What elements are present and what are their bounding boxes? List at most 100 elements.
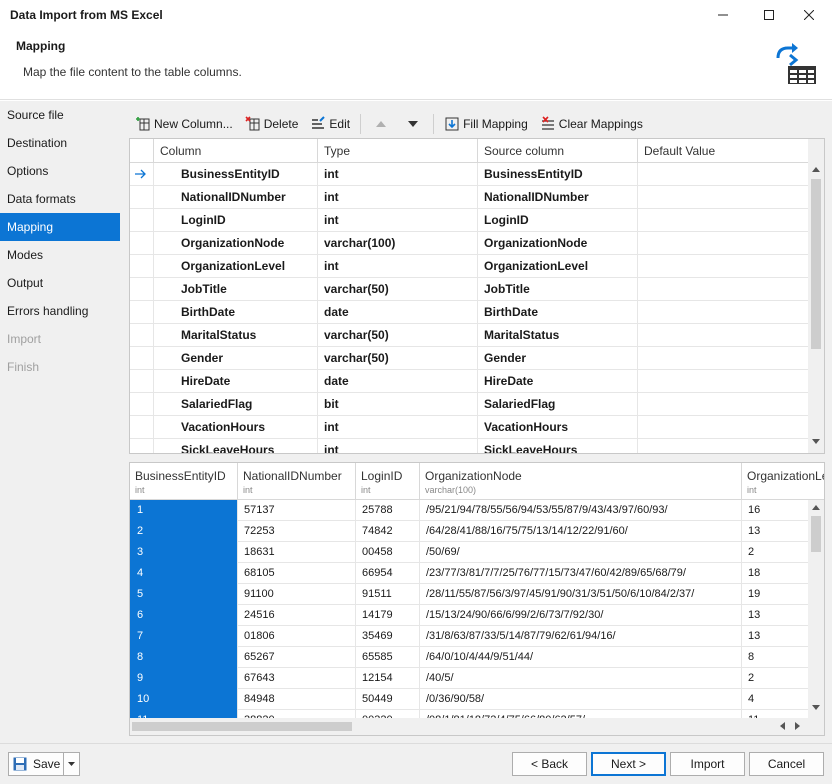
column-header-type[interactable]: Type — [318, 139, 478, 163]
column-header-column[interactable]: Column — [154, 139, 318, 163]
mapping-cell-source[interactable]: OrganizationLevel — [478, 255, 638, 278]
mapping-cell-type[interactable]: int — [318, 439, 478, 453]
sidebar-item-destination[interactable]: Destination — [0, 129, 120, 157]
preview-cell[interactable]: /95/21/94/78/55/56/94/53/55/87/9/43/43/9… — [420, 500, 742, 521]
mapping-cell-column[interactable]: VacationHours — [154, 416, 318, 439]
close-button[interactable] — [786, 0, 832, 30]
preview-cell[interactable]: 74842 — [356, 521, 420, 542]
mapping-cell-type[interactable]: bit — [318, 393, 478, 416]
mapping-cell-default[interactable] — [638, 163, 810, 186]
mapping-cell-column[interactable]: OrganizationLevel — [154, 255, 318, 278]
preview-cell[interactable]: /23/77/3/81/7/7/25/76/77/15/73/47/60/42/… — [420, 563, 742, 584]
mapping-row[interactable]: JobTitle varchar(50) JobTitle — [130, 278, 810, 301]
mapping-row[interactable]: NationalIDNumber int NationalIDNumber — [130, 186, 810, 209]
mapping-cell-type[interactable]: varchar(50) — [318, 324, 478, 347]
mapping-cell-default[interactable] — [638, 186, 810, 209]
preview-header-0[interactable]: BusinessEntityID int — [130, 463, 238, 500]
preview-cell[interactable]: 14179 — [356, 605, 420, 626]
mapping-cell-type[interactable]: int — [318, 163, 478, 186]
preview-cell[interactable]: 18631 — [238, 542, 356, 563]
mapping-row[interactable]: SickLeaveHours int SickLeaveHours — [130, 439, 810, 453]
sidebar-item-output[interactable]: Output — [0, 269, 120, 297]
preview-cell[interactable]: /31/8/63/87/33/5/14/87/79/62/61/94/16/ — [420, 626, 742, 647]
mapping-row[interactable]: VacationHours int VacationHours — [130, 416, 810, 439]
mapping-cell-type[interactable]: int — [318, 186, 478, 209]
mapping-row[interactable]: LoginID int LoginID — [130, 209, 810, 232]
mapping-cell-default[interactable] — [638, 416, 810, 439]
mapping-cell-source[interactable]: SalariedFlag — [478, 393, 638, 416]
preview-header-1[interactable]: NationalIDNumber int — [238, 463, 356, 500]
preview-row[interactable]: 2 72253 74842/64/28/41/88/16/75/75/13/14/1… — [130, 521, 824, 542]
minimize-button[interactable] — [700, 0, 746, 30]
preview-cell[interactable]: 50449 — [356, 689, 420, 710]
preview-cell[interactable]: 91100 — [238, 584, 356, 605]
mapping-cell-type[interactable]: varchar(50) — [318, 347, 478, 370]
preview-header-4[interactable]: OrganizationLev int — [742, 463, 824, 500]
preview-hscrollbar[interactable] — [130, 718, 808, 735]
mapping-cell-source[interactable]: BusinessEntityID — [478, 163, 638, 186]
next-button[interactable]: Next > — [591, 752, 666, 776]
clear-mappings-button[interactable]: Clear Mappings — [534, 112, 649, 136]
mapping-cell-column[interactable]: NationalIDNumber — [154, 186, 318, 209]
mapping-cell-column[interactable]: BusinessEntityID — [154, 163, 318, 186]
preview-cell[interactable]: 65585 — [356, 647, 420, 668]
mapping-cell-type[interactable]: date — [318, 301, 478, 324]
mapping-cell-source[interactable]: VacationHours — [478, 416, 638, 439]
scroll-thumb[interactable] — [132, 722, 352, 731]
preview-cell[interactable]: 57137 — [238, 500, 356, 521]
preview-cell[interactable]: 25788 — [356, 500, 420, 521]
mapping-cell-source[interactable]: MaritalStatus — [478, 324, 638, 347]
new-column-button[interactable]: New Column... — [129, 112, 239, 136]
preview-header-3[interactable]: OrganizationNode varchar(100) — [420, 463, 742, 500]
import-button[interactable]: Import — [670, 752, 745, 776]
sidebar-item-modes[interactable]: Modes — [0, 241, 120, 269]
mapping-cell-source[interactable]: BirthDate — [478, 301, 638, 324]
preview-row[interactable]: 6 24516 14179/15/13/24/90/66/6/99/2/6/73/7… — [130, 605, 824, 626]
preview-cell[interactable]: 68105 — [238, 563, 356, 584]
preview-cell[interactable]: /64/0/10/4/44/9/51/44/ — [420, 647, 742, 668]
preview-row-number[interactable]: 8 — [130, 647, 238, 668]
mapping-cell-column[interactable]: SickLeaveHours — [154, 439, 318, 453]
preview-cell[interactable]: /40/5/ — [420, 668, 742, 689]
mapping-row[interactable]: MaritalStatus varchar(50) MaritalStatus — [130, 324, 810, 347]
mapping-cell-column[interactable]: HireDate — [154, 370, 318, 393]
preview-row-number[interactable]: 4 — [130, 563, 238, 584]
preview-row[interactable]: 10 84948 50449/0/36/90/58/4 — [130, 689, 824, 710]
preview-cell[interactable]: /28/11/55/87/56/3/97/45/91/90/31/3/51/50… — [420, 584, 742, 605]
mapping-cell-default[interactable] — [638, 301, 810, 324]
preview-row[interactable]: 3 18631 00458/50/69/2 — [130, 542, 824, 563]
mapping-cell-source[interactable]: Gender — [478, 347, 638, 370]
scroll-thumb[interactable] — [811, 179, 821, 349]
sidebar-item-errors-handling[interactable]: Errors handling — [0, 297, 120, 325]
sidebar-item-source-file[interactable]: Source file — [0, 101, 120, 129]
preview-row-number[interactable]: 9 — [130, 668, 238, 689]
preview-cell[interactable]: /64/28/41/88/16/75/75/13/14/12/22/91/60/ — [420, 521, 742, 542]
sidebar-item-options[interactable]: Options — [0, 157, 120, 185]
preview-cell[interactable]: 65267 — [238, 647, 356, 668]
mapping-row[interactable]: BusinessEntityID int BusinessEntityID — [130, 163, 810, 186]
column-header-source[interactable]: Source column — [478, 139, 638, 163]
move-down-button[interactable] — [397, 112, 429, 136]
mapping-cell-type[interactable]: int — [318, 255, 478, 278]
mapping-cell-column[interactable]: LoginID — [154, 209, 318, 232]
mapping-grid-scrollbar[interactable] — [808, 139, 824, 453]
mapping-cell-column[interactable]: OrganizationNode — [154, 232, 318, 255]
mapping-cell-source[interactable]: JobTitle — [478, 278, 638, 301]
mapping-cell-default[interactable] — [638, 232, 810, 255]
preview-cell[interactable]: /50/69/ — [420, 542, 742, 563]
mapping-cell-column[interactable]: MaritalStatus — [154, 324, 318, 347]
mapping-cell-default[interactable] — [638, 278, 810, 301]
column-header-default[interactable]: Default Value — [638, 139, 810, 163]
mapping-row[interactable]: HireDate date HireDate — [130, 370, 810, 393]
preview-row-number[interactable]: 3 — [130, 542, 238, 563]
preview-row-number[interactable]: 2 — [130, 521, 238, 542]
cancel-button[interactable]: Cancel — [749, 752, 824, 776]
preview-row[interactable]: 1 57137 25788/95/21/94/78/55/56/94/53/55/8… — [130, 500, 824, 521]
mapping-cell-column[interactable]: JobTitle — [154, 278, 318, 301]
mapping-cell-default[interactable] — [638, 393, 810, 416]
preview-row-number[interactable]: 6 — [130, 605, 238, 626]
mapping-cell-default[interactable] — [638, 347, 810, 370]
mapping-cell-type[interactable]: varchar(100) — [318, 232, 478, 255]
preview-row-number[interactable]: 1 — [130, 500, 238, 521]
preview-cell[interactable]: 67643 — [238, 668, 356, 689]
